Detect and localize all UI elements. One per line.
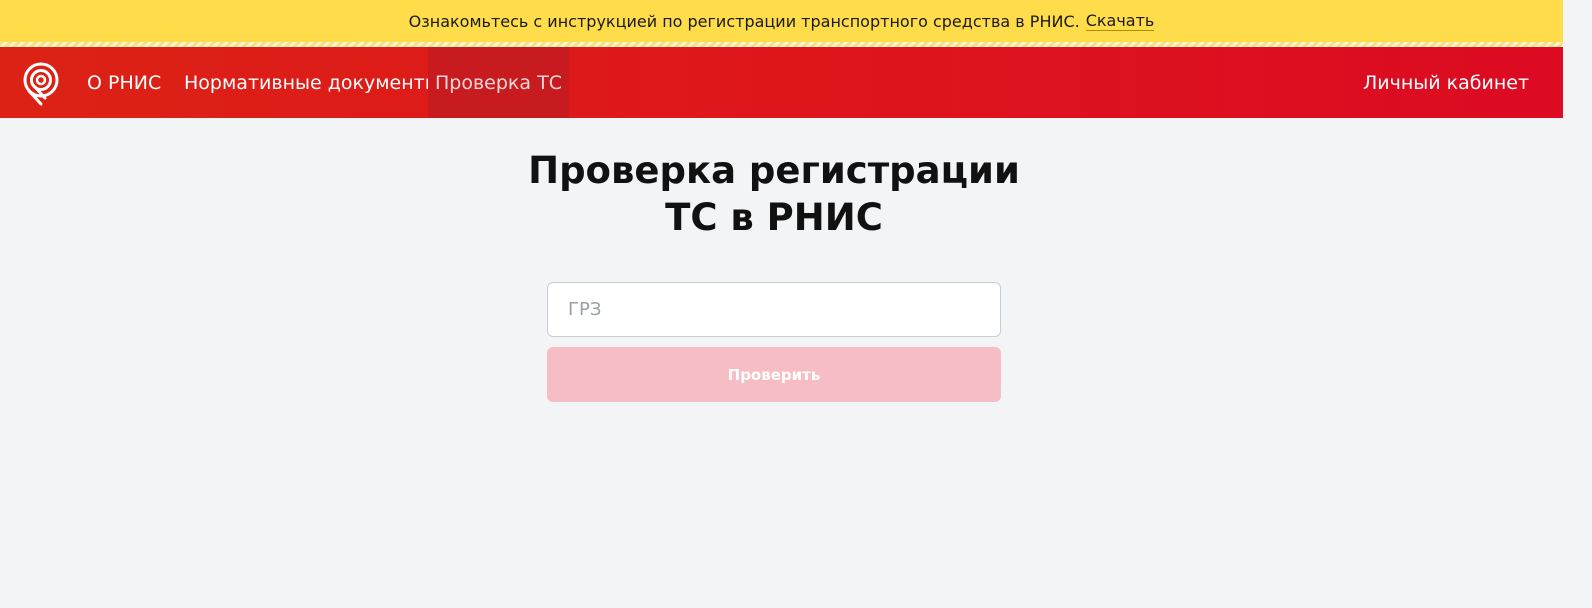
check-button[interactable]: Проверить: [547, 347, 1001, 402]
rnis-logo-icon[interactable]: [22, 60, 64, 106]
page-title-line-1: Проверка регистрации: [528, 149, 1020, 192]
nav-item-documents[interactable]: Нормативные документы: [184, 47, 440, 118]
banner-text: Ознакомьтесь с инструкцией по регистраци…: [408, 11, 1080, 31]
page-title-line-2: ТС в РНИС: [665, 196, 883, 239]
nav-item-vehicle-check[interactable]: Проверка ТС: [428, 47, 569, 118]
download-link[interactable]: Скачать: [1085, 11, 1155, 31]
top-navbar: О РНИС Нормативные документы Проверка ТС…: [0, 47, 1563, 118]
grz-input[interactable]: [547, 282, 1001, 337]
nav-item-personal-cabinet[interactable]: Личный кабинет: [1363, 47, 1529, 118]
page-title: Проверка регистрации ТС в РНИС: [0, 147, 1548, 241]
info-banner: Ознакомьтесь с инструкцией по регистраци…: [0, 0, 1563, 42]
nav-item-about[interactable]: О РНИС: [87, 47, 161, 118]
